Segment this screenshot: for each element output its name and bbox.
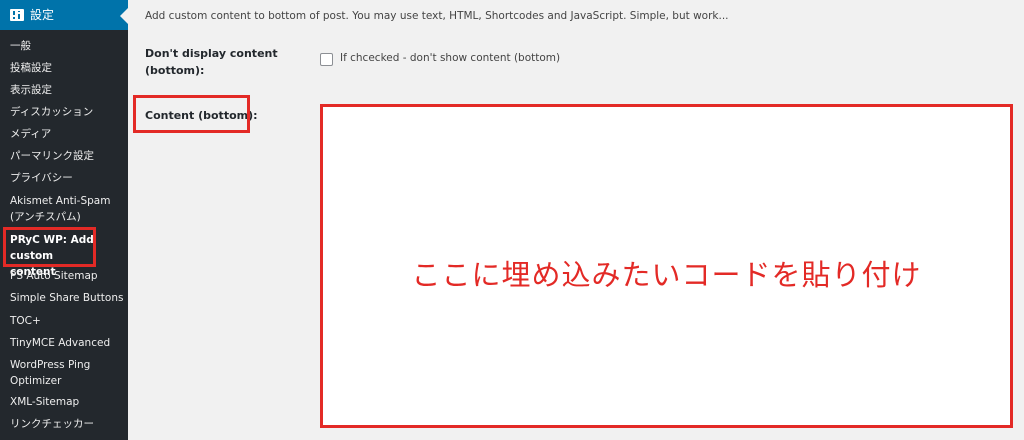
main-content: Add custom content to bottom of post. Yo… [128, 0, 1024, 440]
submenu-privacy[interactable]: プライバシー [10, 170, 126, 186]
admin-sidebar: 設定 一般 投稿設定 表示設定 ディスカッション メディア パーマリンク設定 プ… [0, 0, 128, 440]
current-menu-arrow [120, 8, 128, 24]
highlight-box-menu [3, 227, 96, 267]
submenu-link-checker[interactable]: リンクチェッカー [10, 416, 126, 432]
submenu-media[interactable]: メディア [10, 126, 126, 142]
checkbox-label[interactable]: If chcecked - don't show content (bottom… [340, 52, 560, 64]
menu-settings-label: 設定 [30, 8, 55, 22]
submenu-discussion[interactable]: ディスカッション [10, 104, 126, 120]
submenu-akismet[interactable]: Akismet Anti-Spam (アンチスパム) [10, 193, 126, 225]
content-bottom-textarea[interactable]: ここに埋め込みたいコードを貼り付け [320, 104, 1013, 428]
submenu-reading[interactable]: 表示設定 [10, 82, 126, 98]
submenu-tinymce-advanced[interactable]: TinyMCE Advanced [10, 335, 126, 351]
submenu-permalinks[interactable]: パーマリンク設定 [10, 148, 126, 164]
highlight-box-label [133, 95, 250, 133]
plugin-description: Add custom content to bottom of post. Yo… [145, 10, 729, 22]
settings-sliders-icon [10, 9, 24, 21]
menu-settings[interactable]: 設定 [0, 0, 128, 30]
submenu-toc-plus[interactable]: TOC+ [10, 313, 126, 329]
submenu-simple-share-buttons[interactable]: Simple Share Buttons [10, 290, 126, 306]
dont-display-checkbox[interactable] [320, 53, 333, 66]
annotation-text: ここに埋め込みたいコードを貼り付け [411, 258, 922, 292]
submenu-xml-sitemap[interactable]: XML-Sitemap [10, 394, 126, 410]
submenu-general[interactable]: 一般 [10, 38, 126, 54]
dont-display-label: Don't display content (bottom): [145, 47, 278, 77]
submenu-wordpress-ping-optimizer[interactable]: WordPress Ping Optimizer [10, 357, 110, 389]
submenu-ps-auto-sitemap[interactable]: PS Auto Sitemap [10, 268, 126, 284]
submenu-writing[interactable]: 投稿設定 [10, 60, 126, 76]
